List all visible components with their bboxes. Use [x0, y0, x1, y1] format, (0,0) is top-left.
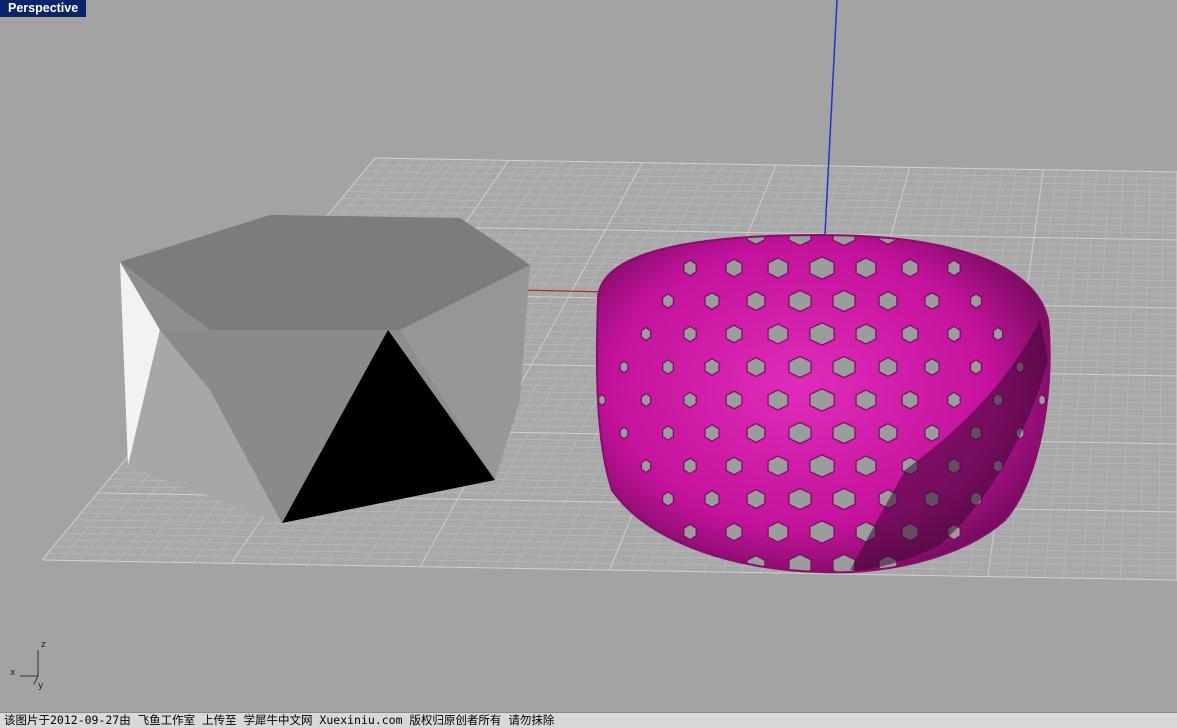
perspective-viewport[interactable]: Perspective z x y: [0, 0, 1177, 712]
axis-triad-icon: [20, 650, 39, 685]
axis-z-label: z: [41, 640, 46, 650]
woven-lattice-object[interactable]: [595, 224, 1051, 575]
axis-x-label: x: [10, 668, 16, 678]
viewport-canvas[interactable]: [0, 0, 1177, 712]
status-bar-text: 该图片于2012-09-27由 飞鱼工作室 上传至 学犀牛中文网 Xuexini…: [4, 713, 555, 727]
status-bar: 该图片于2012-09-27由 飞鱼工作室 上传至 学犀牛中文网 Xuexini…: [0, 712, 1177, 728]
viewport-title-tab[interactable]: Perspective: [0, 0, 87, 17]
axis-y-label: y: [38, 681, 44, 691]
polyhedron-object[interactable]: [120, 215, 530, 523]
